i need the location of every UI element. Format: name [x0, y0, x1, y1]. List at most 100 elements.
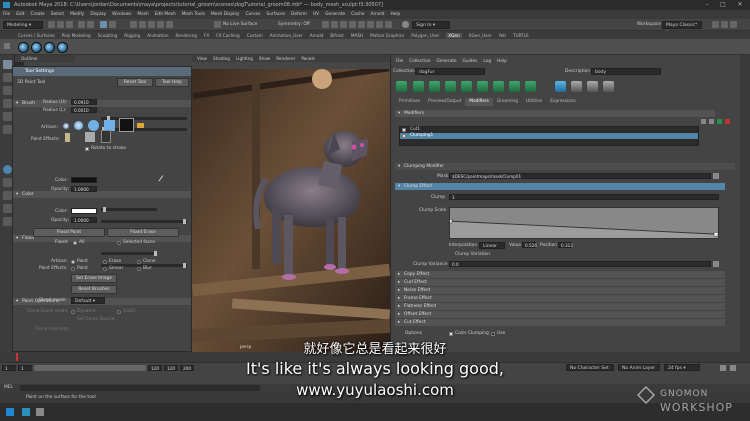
shelf-tab-bifrost[interactable]: Bifrost	[330, 33, 344, 38]
taskbar-app-icon-1[interactable]	[22, 408, 30, 416]
outliner-layout-icon[interactable]	[3, 191, 12, 200]
render-setup-icon[interactable]	[358, 21, 365, 28]
menu-curves[interactable]: Curves	[245, 12, 260, 17]
snap-curve-icon[interactable]	[139, 21, 146, 28]
collection-dropdown[interactable]: dogFur	[415, 68, 485, 75]
xgen-menu-guides[interactable]: Guides	[463, 59, 478, 64]
render-settings-icon[interactable]	[340, 21, 347, 28]
color-picker-icon[interactable]	[158, 175, 167, 184]
flood-all-radio[interactable]	[73, 241, 77, 245]
radius-u-field[interactable]: 0.0910	[71, 99, 97, 105]
scale-tool-icon[interactable]	[3, 125, 12, 134]
menu-file[interactable]: File	[3, 12, 10, 17]
xgen-menu-generate[interactable]: Generate	[436, 59, 456, 64]
minimize-button[interactable]: –	[700, 0, 714, 10]
guide-flip-icon[interactable]	[525, 81, 536, 92]
clumping-modifier-header[interactable]: Clumping Modifier	[395, 163, 735, 170]
perspective-viewport[interactable]: View Shading Lighting Show Renderer Panels	[192, 55, 390, 352]
guide-rebuild-icon[interactable]	[493, 81, 504, 92]
shelf-tab-animation[interactable]: Animation	[147, 33, 168, 38]
shelf-tab-fx-caching[interactable]: FX Caching	[216, 33, 240, 38]
xgen-shelf-button-4[interactable]	[57, 42, 68, 53]
value-field[interactable]: 0.526	[522, 242, 537, 248]
workspace-dropdown[interactable]: Maya Classic* ▾	[662, 21, 702, 35]
snap-grid-icon[interactable]	[130, 21, 137, 28]
clone-dynamic-radio[interactable]	[71, 310, 75, 314]
menu-uv[interactable]: UV	[313, 12, 319, 17]
menu-edit-mesh[interactable]: Edit Mesh	[155, 12, 176, 17]
flood-selected-radio[interactable]	[117, 241, 121, 245]
op-blur-radio[interactable]	[137, 267, 141, 271]
color-section-header[interactable]: Color	[13, 191, 191, 198]
interpolation-dropdown[interactable]: Linear	[479, 242, 505, 249]
offset-effect-header[interactable]: Offset Effect	[395, 311, 725, 318]
create-description-icon[interactable]	[396, 81, 407, 92]
move-down-icon[interactable]	[709, 119, 714, 124]
op-clone-radio[interactable]	[137, 260, 141, 264]
shelf-tab-xgen[interactable]: XGen	[446, 32, 462, 38]
menu-create[interactable]: Create	[31, 12, 45, 17]
curl-effect-header[interactable]: Curl Effect	[395, 279, 725, 286]
cut-effect-header[interactable]: Cut Effect	[395, 319, 725, 326]
flood-color-slider[interactable]	[101, 251, 157, 256]
clump-effect-header[interactable]: Clump Effect	[395, 183, 725, 190]
paint-select-tool-icon[interactable]	[3, 86, 12, 95]
toggle-channel-layers-icon[interactable]	[730, 21, 737, 28]
shelf-tab-motion-graphics[interactable]: Motion Graphics	[370, 33, 404, 38]
shelf-tab-fx[interactable]: FX	[204, 33, 209, 38]
close-button[interactable]: ✕	[733, 0, 747, 10]
viewport-menu-renderer[interactable]: Renderer	[276, 56, 295, 61]
modifiers-section-header[interactable]: Modifiers	[395, 110, 715, 117]
shelf-tab-polygon-user[interactable]: Polygon_User	[411, 33, 439, 38]
toggle-modeling-toolkit-icon[interactable]	[376, 21, 383, 28]
menu-edit[interactable]: Edit	[16, 12, 24, 17]
right-side-tabs[interactable]	[740, 55, 750, 352]
color-slider[interactable]	[101, 207, 157, 212]
shelf-tab-custom[interactable]: Custom	[247, 33, 263, 38]
shelf-tab-curves-surfaces[interactable]: Curves / Surfaces	[18, 33, 55, 38]
add-guides-icon[interactable]	[413, 81, 424, 92]
undo-icon[interactable]	[78, 21, 85, 28]
xgen-tab-primitives[interactable]: Primitives	[395, 98, 424, 106]
menu-display[interactable]: Display	[90, 12, 106, 17]
move-guides-icon[interactable]	[429, 81, 440, 92]
shelf-tab-arnold[interactable]: Arnold	[310, 33, 324, 38]
four-view-layout-icon[interactable]	[3, 178, 12, 187]
shelf-tab-sculpting[interactable]: Sculpting	[98, 33, 118, 38]
rotate-tool-icon[interactable]	[3, 112, 12, 121]
opacity-slider[interactable]	[101, 219, 187, 224]
guide-normalize-icon[interactable]	[509, 81, 520, 92]
noise-effect-header[interactable]: Noise Effect	[395, 287, 725, 294]
shelf-settings-icon[interactable]	[4, 43, 10, 49]
tool-settings-title-bar[interactable]: Tool Settings	[13, 67, 191, 76]
paint-effects-brush-icon[interactable]	[65, 133, 70, 142]
clump-variance-field[interactable]: 0.0	[449, 261, 711, 267]
flood-opacity-field[interactable]: 1.0000	[71, 217, 97, 223]
clump-scale-curve[interactable]	[449, 207, 719, 239]
copy-effect-header[interactable]: Copy Effect	[395, 271, 725, 278]
xgen-menu-help[interactable]: Help	[497, 59, 507, 64]
symmetry-label[interactable]: Symmetry: Off	[278, 22, 310, 27]
tool-help-button[interactable]: Tool Help	[155, 78, 189, 87]
save-scene-icon[interactable]	[66, 21, 73, 28]
move-up-icon[interactable]	[701, 119, 706, 124]
menu-surfaces[interactable]: Surfaces	[266, 12, 285, 17]
xgen-menu-collection[interactable]: Collection	[409, 59, 430, 64]
clump-field[interactable]: 1	[449, 194, 719, 200]
flood-color-swatch[interactable]	[71, 208, 97, 214]
shelf-tab-turtle[interactable]: TURTLE	[513, 33, 529, 38]
xgen-tab-expressions[interactable]: Expressions	[546, 98, 580, 106]
xgen-shelf-button-3[interactable]	[44, 42, 55, 53]
shelf-tab-yeti[interactable]: Yeti	[499, 33, 506, 38]
ipr-render-icon[interactable]	[331, 21, 338, 28]
mask-expression-icon[interactable]	[713, 173, 719, 179]
menu-mesh-tools[interactable]: Mesh Tools	[182, 12, 205, 17]
menu-help[interactable]: Help	[390, 12, 400, 17]
modifier-item-clumping[interactable]: Clumping1	[400, 133, 698, 139]
viewport-scene[interactable]	[192, 69, 390, 352]
set-erase-image-button[interactable]: Set Erase Image	[71, 274, 117, 283]
move-tool-icon[interactable]	[3, 99, 12, 108]
light-editor-icon[interactable]	[367, 21, 374, 28]
select-tool-icon[interactable]	[3, 60, 12, 69]
viewport-menu-show[interactable]: Show	[259, 56, 270, 61]
